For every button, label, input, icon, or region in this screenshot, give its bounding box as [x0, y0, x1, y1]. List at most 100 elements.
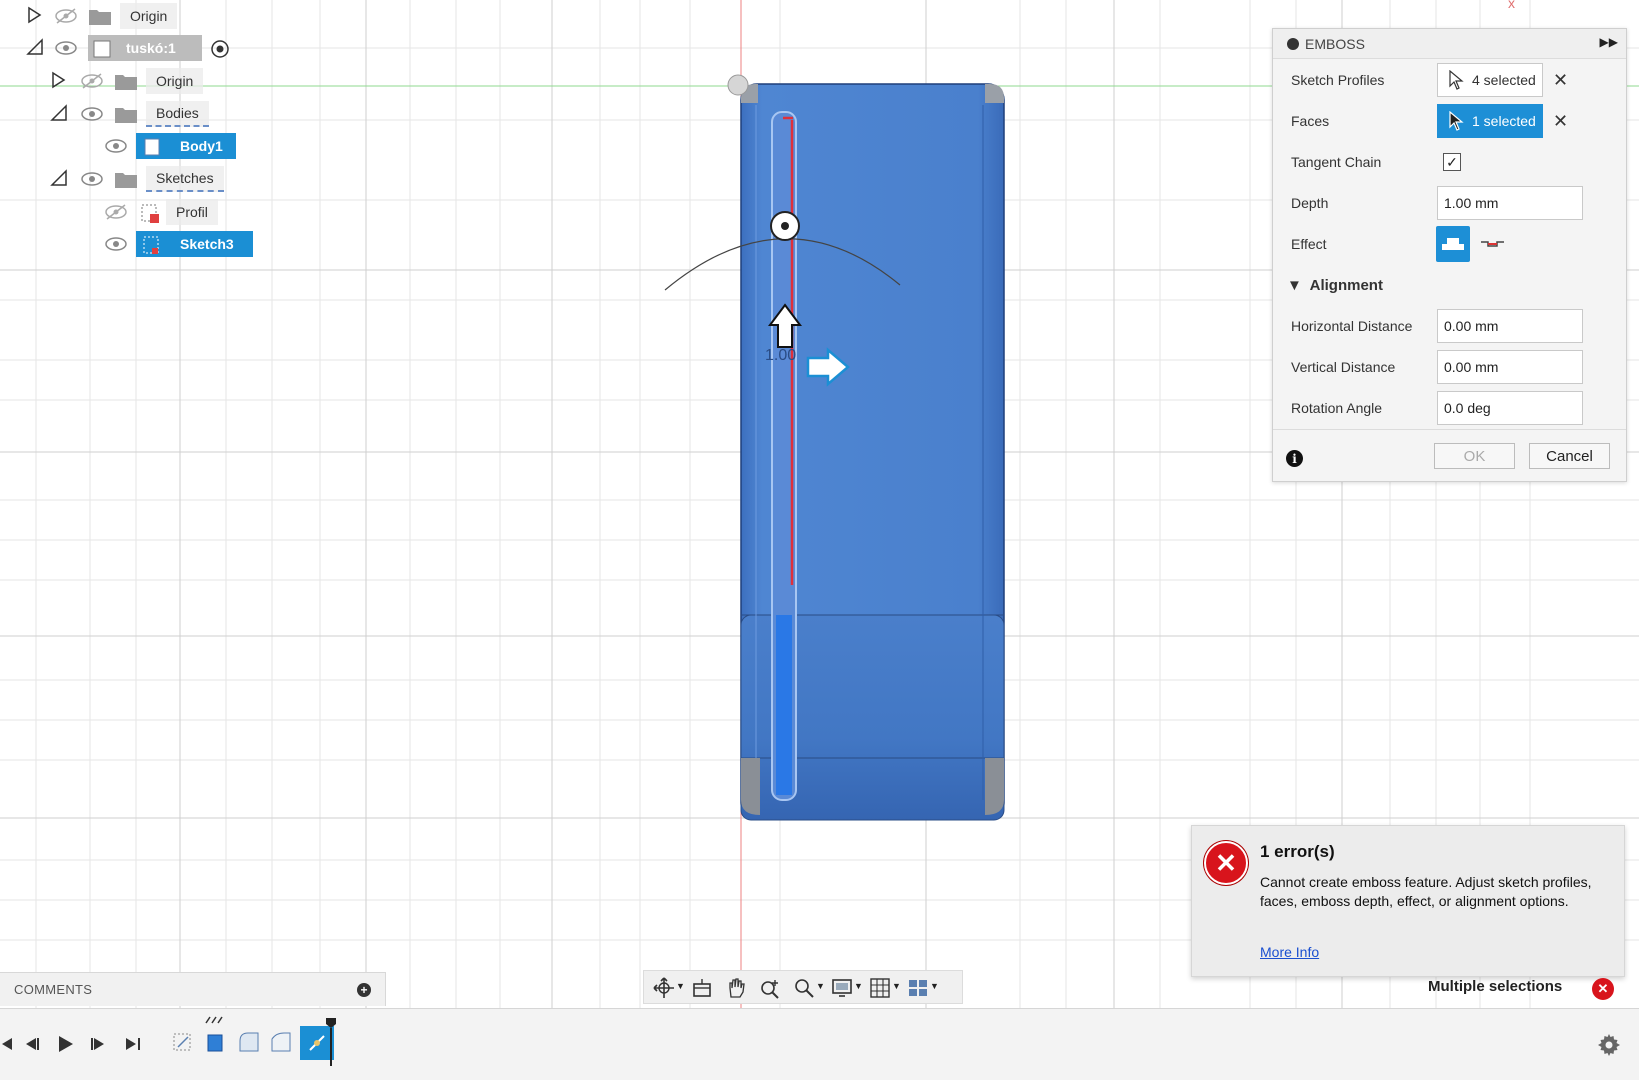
- depth-input[interactable]: 1.00 mm: [1437, 186, 1583, 220]
- chevron-down-icon[interactable]: ▼: [892, 981, 901, 991]
- chamfer-feature-icon[interactable]: [268, 1029, 294, 1057]
- go-to-start-icon[interactable]: [0, 1033, 16, 1055]
- collapse-triangle-icon[interactable]: [50, 169, 68, 187]
- sketch-icon: [141, 204, 159, 223]
- add-comment-icon[interactable]: +: [357, 983, 371, 997]
- viewports-icon[interactable]: [906, 976, 930, 1000]
- zoom-icon[interactable]: [758, 976, 782, 1000]
- faces-label: Faces: [1291, 113, 1330, 129]
- eye-hidden-icon[interactable]: [80, 72, 104, 90]
- gear-icon[interactable]: [1597, 1033, 1621, 1057]
- eye-hidden-icon[interactable]: [104, 203, 128, 221]
- activate-component-icon[interactable]: [210, 39, 230, 59]
- eye-icon[interactable]: [54, 39, 78, 57]
- timeline-bar: [0, 1008, 1639, 1080]
- collapse-triangle-icon[interactable]: [26, 38, 44, 56]
- depth-row: Depth 1.00 mm: [1273, 185, 1626, 221]
- folder-icon: [115, 108, 137, 123]
- effect-label: Effect: [1291, 236, 1327, 252]
- selection-status[interactable]: Multiple selections: [1428, 978, 1562, 995]
- effect-deboss-button[interactable]: [1478, 229, 1508, 259]
- chevron-down-icon[interactable]: ▼: [816, 981, 825, 991]
- sketch-icon: [143, 236, 159, 254]
- eye-icon[interactable]: [80, 105, 104, 123]
- ok-button[interactable]: OK: [1434, 443, 1515, 469]
- orbit-icon[interactable]: [652, 976, 676, 1000]
- error-icon: ✕: [1204, 841, 1248, 885]
- emboss-effect-icon: [1442, 238, 1464, 250]
- emboss-dialog: EMBOSS ▶▶ Sketch Profiles 4 selected ✕ F…: [1272, 28, 1627, 482]
- chevron-down-icon[interactable]: ▼: [930, 981, 939, 991]
- error-notification: ✕ 1 error(s) Cannot create emboss featur…: [1191, 825, 1625, 977]
- marker-icon: [205, 1016, 223, 1024]
- look-at-icon[interactable]: [690, 976, 714, 1000]
- fillet-feature-icon[interactable]: [236, 1029, 262, 1057]
- rotation-angle-label: Rotation Angle: [1291, 400, 1383, 416]
- sketch-profiles-row: Sketch Profiles 4 selected ✕: [1273, 62, 1626, 98]
- rotation-angle-input[interactable]: 0.0 deg: [1437, 391, 1583, 425]
- vertical-distance-row: Vertical Distance 0.00 mm: [1273, 349, 1626, 385]
- faces-value: 1 selected: [1472, 113, 1536, 129]
- emboss-title: EMBOSS: [1305, 35, 1365, 52]
- alignment-header[interactable]: ▼ Alignment: [1287, 277, 1383, 294]
- sketch-feature-icon[interactable]: [170, 1029, 196, 1057]
- step-back-icon[interactable]: [20, 1033, 42, 1055]
- horizontal-distance-input[interactable]: 0.00 mm: [1437, 309, 1583, 343]
- clear-selection-icon[interactable]: ✕: [1553, 70, 1568, 91]
- play-icon[interactable]: [54, 1033, 76, 1055]
- vertical-distance-label: Vertical Distance: [1291, 359, 1396, 375]
- sketch-profiles-select[interactable]: 4 selected: [1437, 63, 1543, 97]
- effect-row: Effect: [1273, 226, 1626, 262]
- cancel-button[interactable]: Cancel: [1529, 443, 1610, 469]
- sketch-profiles-value: 4 selected: [1472, 72, 1536, 88]
- effect-emboss-button[interactable]: [1436, 226, 1470, 262]
- tangent-chain-label: Tangent Chain: [1291, 154, 1382, 170]
- eye-hidden-icon[interactable]: [54, 7, 78, 25]
- deboss-effect-icon: [1481, 241, 1504, 247]
- faces-select[interactable]: 1 selected: [1437, 104, 1543, 138]
- tree-label[interactable]: Profil: [166, 199, 218, 225]
- expand-triangle-icon[interactable]: [50, 71, 68, 89]
- tangent-chain-row: Tangent Chain ✓: [1273, 144, 1626, 180]
- grid-settings-icon[interactable]: [868, 976, 892, 1000]
- chevron-down-icon[interactable]: ▼: [854, 981, 863, 991]
- error-title: 1 error(s): [1260, 842, 1335, 861]
- canvas-viewport[interactable]: 1.00 x Origin tuskó:1 Origin Bodies Body…: [0, 0, 1639, 1008]
- alignment-label: Alignment: [1309, 276, 1383, 294]
- expand-panel-icon[interactable]: ▶▶: [1600, 35, 1618, 49]
- eye-icon[interactable]: [104, 137, 128, 155]
- component-icon: [93, 40, 111, 58]
- folder-icon: [115, 173, 137, 188]
- step-forward-icon[interactable]: [88, 1033, 110, 1055]
- eye-icon[interactable]: [80, 170, 104, 188]
- comments-bar[interactable]: COMMENTS +: [0, 972, 386, 1006]
- tangent-chain-checkbox[interactable]: ✓: [1443, 153, 1461, 171]
- navigation-toolbar: ▼ ▼ ▼ ▼ ▼: [643, 970, 963, 1004]
- alignment-section[interactable]: ▼ Alignment: [1273, 267, 1626, 303]
- horizontal-distance-label: Horizontal Distance: [1291, 318, 1413, 334]
- dismiss-error-icon[interactable]: ✕: [1592, 978, 1614, 1000]
- info-icon[interactable]: i: [1286, 450, 1303, 467]
- tree-label[interactable]: Sketches: [146, 166, 224, 192]
- body-icon: [144, 138, 160, 156]
- tree-label[interactable]: Origin: [146, 68, 204, 94]
- tree-label[interactable]: Origin: [120, 3, 178, 29]
- display-settings-icon[interactable]: [830, 976, 854, 1000]
- go-to-end-icon[interactable]: [122, 1033, 144, 1055]
- clear-selection-icon[interactable]: ✕: [1553, 111, 1568, 132]
- eye-icon[interactable]: [104, 235, 128, 253]
- timeline-marker-icon[interactable]: [324, 1018, 338, 1066]
- extrude-feature-icon[interactable]: [203, 1029, 229, 1057]
- collapse-triangle-icon[interactable]: [50, 104, 68, 122]
- expand-triangle-icon[interactable]: [26, 6, 44, 24]
- rotation-angle-row: Rotation Angle 0.0 deg: [1273, 390, 1626, 426]
- cursor-arrow-icon: [1449, 111, 1464, 131]
- fit-icon[interactable]: [792, 976, 816, 1000]
- pan-hand-icon[interactable]: [724, 976, 748, 1000]
- tree-label[interactable]: Bodies: [146, 101, 209, 127]
- chevron-down-icon[interactable]: ▼: [676, 981, 685, 991]
- more-info-link[interactable]: More Info: [1260, 944, 1319, 960]
- comments-label: COMMENTS: [14, 982, 93, 997]
- vertical-distance-input[interactable]: 0.00 mm: [1437, 350, 1583, 384]
- emboss-header: EMBOSS ▶▶: [1273, 29, 1626, 59]
